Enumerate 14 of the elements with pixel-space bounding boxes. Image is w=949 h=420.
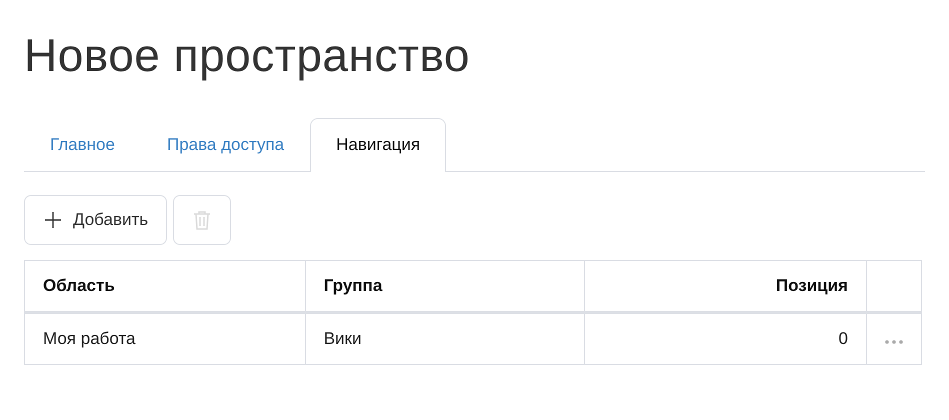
tab[interactable]: Навигация xyxy=(310,118,446,172)
tab[interactable]: Главное xyxy=(24,118,141,172)
table-cell: 0 xyxy=(584,312,866,364)
column-header: Область xyxy=(24,260,306,312)
table-cell: Моя работа xyxy=(24,312,306,364)
column-header: Позиция xyxy=(584,260,866,312)
tab[interactable]: Права доступа xyxy=(140,118,310,172)
trash-icon xyxy=(193,210,212,230)
column-header: Группа xyxy=(305,260,585,312)
add-button[interactable]: Добавить xyxy=(24,194,168,245)
more-icon[interactable] xyxy=(884,340,903,344)
plus-icon xyxy=(45,212,61,228)
page-title: Новое пространство xyxy=(24,28,471,83)
table-cell: Вики xyxy=(305,312,585,364)
